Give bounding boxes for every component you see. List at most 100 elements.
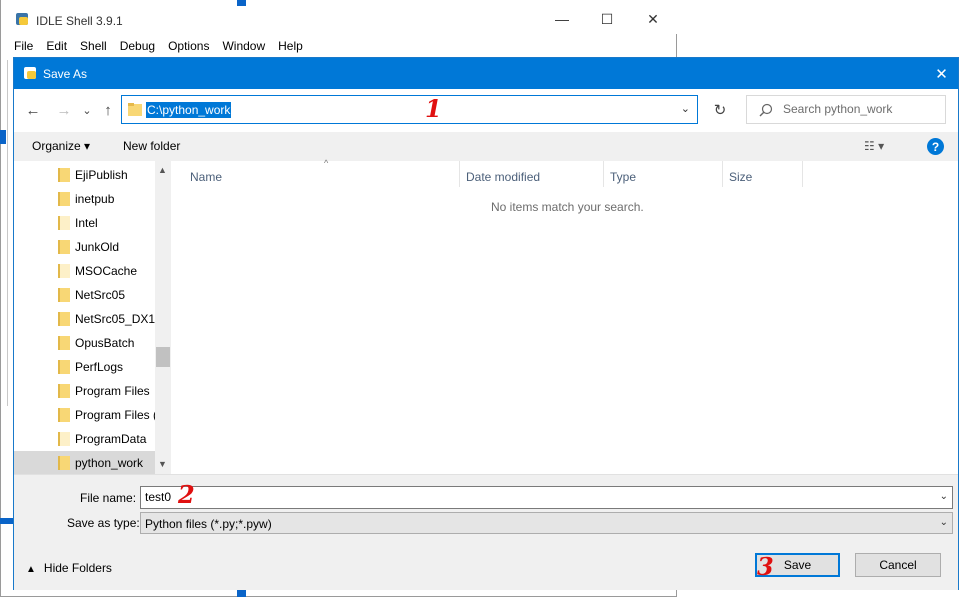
file-list[interactable]: Name ^ Date modified Type Size No items … — [171, 158, 958, 474]
folder-label: python_work — [75, 456, 144, 470]
folder-item[interactable]: PerfLogs — [14, 355, 155, 379]
folder-item[interactable]: NetSrc05_DX16 — [14, 307, 162, 331]
folder-icon — [58, 336, 70, 350]
organize-menu[interactable]: Organize ▾ — [32, 139, 90, 153]
up-button[interactable]: ↑ — [98, 100, 118, 120]
file-name-label: File name: — [80, 491, 137, 505]
idle-title: IDLE Shell 3.9.1 — [36, 14, 123, 28]
change-view-button[interactable]: ☷ ▾ — [864, 139, 884, 153]
dialog-title-bar[interactable]: Save As ✕ — [14, 58, 958, 89]
folder-item[interactable]: ProgramData — [14, 427, 155, 451]
hide-folders-button[interactable]: ▲ Hide Folders — [26, 561, 112, 575]
folder-icon — [58, 216, 70, 230]
menu-help[interactable]: Help — [265, 36, 303, 56]
folder-item[interactable]: inetpub — [14, 187, 155, 211]
folder-item[interactable]: NetSrc05 — [14, 283, 155, 307]
folder-label: Intel — [75, 216, 98, 230]
scroll-down-icon[interactable]: ▼ — [158, 459, 167, 469]
background-window-edge — [0, 130, 6, 144]
folder-item[interactable]: EjiPublish — [14, 163, 155, 187]
background-window-edge — [237, 0, 246, 6]
file-name-dropdown-icon[interactable]: ⌄ — [940, 491, 948, 502]
dialog-title: Save As — [43, 67, 88, 81]
folder-label: MSOCache — [75, 264, 138, 278]
menu-file[interactable]: File — [1, 36, 33, 56]
hide-folders-label: Hide Folders — [43, 561, 112, 575]
save-as-type-select[interactable]: Python files (*.py;*.pyw) ⌄ — [140, 512, 953, 534]
folder-item[interactable]: JunkOld — [14, 235, 155, 259]
folder-icon — [58, 312, 70, 326]
column-size[interactable]: Size — [723, 161, 803, 187]
idle-close-button[interactable]: ✕ — [630, 6, 676, 32]
folder-item[interactable]: python_work — [14, 451, 155, 474]
help-button[interactable]: ? — [927, 138, 944, 155]
folder-icon — [58, 168, 70, 182]
menu-window[interactable]: Window — [209, 36, 265, 56]
folder-label: JunkOld — [75, 240, 120, 254]
annotation-3: 3 — [757, 552, 774, 581]
new-folder-button[interactable]: New folder — [123, 139, 180, 153]
folder-label: Program Files ( — [75, 408, 158, 422]
folder-icon — [58, 456, 70, 470]
folder-item[interactable]: MSOCache — [14, 259, 155, 283]
folder-icon — [58, 408, 70, 422]
folder-icon — [58, 240, 70, 254]
idle-menu-bar: File Edit Shell Debug Options Window Hel… — [1, 36, 303, 56]
column-type[interactable]: Type — [604, 161, 723, 187]
search-box[interactable] — [746, 95, 946, 124]
folder-icon — [58, 432, 70, 446]
address-dropdown-icon[interactable]: ⌄ — [681, 102, 690, 115]
folder-item[interactable]: OpusBatch — [14, 331, 155, 355]
menu-debug[interactable]: Debug — [107, 36, 155, 56]
empty-message: No items match your search. — [491, 200, 644, 214]
address-path[interactable]: C:\python_work — [146, 102, 232, 118]
menu-options[interactable]: Options — [155, 36, 209, 56]
chevron-up-icon: ▲ — [26, 564, 36, 575]
column-date-modified[interactable]: Date modified — [460, 161, 604, 187]
address-bar[interactable]: C:\python_work ⌄ — [121, 95, 698, 124]
minimize-button[interactable]: — — [539, 6, 585, 32]
folder-label: EjiPublish — [75, 168, 128, 182]
file-name-input[interactable] — [145, 490, 905, 504]
back-button[interactable]: ← — [23, 100, 43, 120]
folder-item[interactable]: Program Files — [14, 379, 155, 403]
save-as-type-dropdown-icon[interactable]: ⌄ — [940, 517, 948, 528]
folder-icon — [128, 103, 142, 116]
column-size-label: Size — [729, 170, 753, 184]
search-input[interactable] — [783, 102, 938, 116]
cancel-button[interactable]: Cancel — [855, 553, 941, 577]
folder-label: PerfLogs — [75, 360, 124, 374]
save-as-type-label: Save as type: — [67, 516, 140, 530]
folder-tree-scrollbar[interactable]: ▲ ▼ — [155, 161, 171, 474]
refresh-button[interactable]: ↻ — [706, 96, 734, 124]
column-type-label: Type — [610, 170, 637, 184]
folder-item[interactable]: Program Files ( — [14, 403, 158, 427]
column-name[interactable]: Name ^ — [184, 158, 460, 187]
folder-icon — [58, 192, 70, 206]
background-window-edge — [237, 590, 246, 597]
maximize-button[interactable]: ☐ — [584, 6, 630, 32]
folder-tree: EjiPublish inetpub Intel JunkOld MSOCache Net… — [14, 161, 171, 474]
file-name-combobox[interactable]: ⌄ — [140, 486, 953, 509]
background-window-edge — [0, 518, 13, 524]
folder-item[interactable]: Intel — [14, 211, 155, 235]
annotation-2: 2 — [178, 480, 195, 509]
menu-shell[interactable]: Shell — [67, 36, 107, 56]
save-as-dialog: Save As ✕ ← → ⌄ ↑ C:\python_work ⌄ ↻ Org… — [13, 57, 959, 590]
idle-title-bar[interactable]: IDLE Shell 3.9.1 — ☐ ✕ — [1, 0, 678, 34]
save-as-type-value: Python files (*.py;*.pyw) — [145, 517, 272, 531]
dialog-toolbar: Organize ▾ New folder ☷ ▾ ? — [14, 132, 958, 161]
column-name-label: Name — [190, 170, 223, 184]
annotation-1: 1 — [425, 94, 442, 123]
sort-arrow-icon: ^ — [324, 158, 329, 168]
menu-edit[interactable]: Edit — [33, 36, 67, 56]
recent-locations-button[interactable]: ⌄ — [77, 100, 97, 120]
scrollbar-thumb[interactable] — [156, 347, 170, 367]
folder-label: inetpub — [75, 192, 115, 206]
scroll-up-icon[interactable]: ▲ — [158, 165, 167, 175]
folder-label: Program Files — [75, 384, 150, 398]
folder-icon — [58, 384, 70, 398]
dialog-close-button[interactable]: ✕ — [925, 58, 958, 89]
python-icon — [16, 13, 28, 25]
forward-button[interactable]: → — [54, 100, 74, 120]
